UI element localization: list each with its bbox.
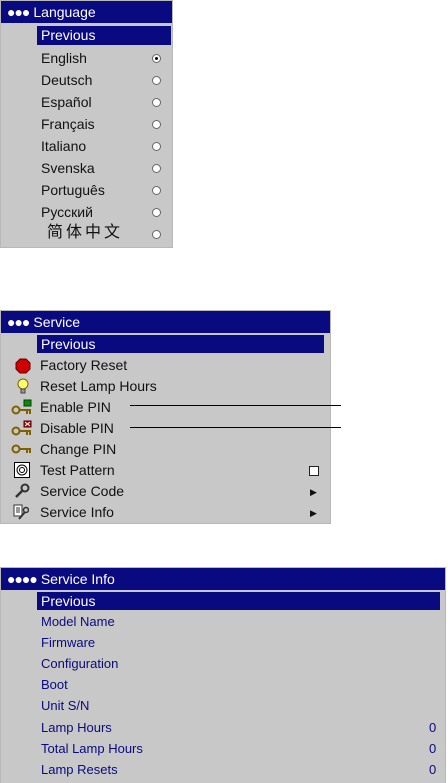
service-info-title: Service Info <box>40 571 115 587</box>
factory-reset-item[interactable]: Factory Reset <box>40 355 127 375</box>
callout-line-disable-pin <box>130 427 341 428</box>
change-pin-item[interactable]: Change PIN <box>40 439 116 459</box>
disable-pin-item[interactable]: Disable PIN <box>40 418 114 438</box>
submenu-arrow-icon: ▶ <box>310 487 317 497</box>
stop-icon <box>15 358 31 374</box>
enable-pin-item[interactable]: Enable PIN <box>40 397 111 417</box>
language-item-label: Deutsch <box>41 72 93 88</box>
service-info-previous-button[interactable]: Previous <box>37 592 440 610</box>
service-previous-button[interactable]: Previous <box>37 335 324 353</box>
radio-italiano[interactable] <box>152 142 161 151</box>
firmware-item: Firmware <box>41 635 96 650</box>
language-item-label: English <box>41 50 87 66</box>
language-title: Language <box>33 4 96 20</box>
service-title: Service <box>33 314 81 330</box>
wrench-icon <box>15 483 30 498</box>
service-info-item[interactable]: Service Info <box>40 502 114 522</box>
radio-espanol[interactable] <box>152 98 161 107</box>
language-item-label: Italiano <box>41 138 87 154</box>
language-item-portugues[interactable]: Português <box>41 180 105 200</box>
menu-level-dots: ●●●● <box>7 571 38 587</box>
language-item-label: Русский <box>41 204 93 220</box>
submenu-arrow-icon: ▶ <box>310 508 317 518</box>
language-item-francais[interactable]: Français <box>41 114 95 134</box>
unit-sn-item: Unit S/N <box>41 698 90 713</box>
language-item-label: 简体中文 <box>47 224 124 241</box>
service-title-bar: ●●● Service <box>1 311 330 333</box>
language-item-label: Português <box>41 182 105 198</box>
service-info-icon <box>13 504 29 520</box>
lamp-hours-value: 0 <box>429 720 437 735</box>
language-item-label: Français <box>41 116 95 132</box>
reset-lamp-hours-item[interactable]: Reset Lamp Hours <box>40 376 157 396</box>
lamp-resets-value: 0 <box>429 762 437 777</box>
radio-russian[interactable] <box>152 208 161 217</box>
service-info-menu: ●●●● Service Info Previous Model Name Fir… <box>0 567 446 783</box>
service-code-item[interactable]: Service Code <box>40 481 124 501</box>
test-pattern-checkbox[interactable] <box>309 466 319 476</box>
test-pattern-icon <box>14 462 30 478</box>
callout-line-enable-pin <box>130 405 341 406</box>
menu-level-dots: ●●● <box>7 4 30 20</box>
language-item-label: Español <box>41 94 92 110</box>
service-menu: ●●● Service Previous Factory Reset Reset … <box>0 310 331 524</box>
language-item-english[interactable]: English <box>41 48 87 68</box>
key-enable-icon <box>11 399 32 415</box>
radio-portugues[interactable] <box>152 186 161 195</box>
language-previous-button[interactable]: Previous <box>37 26 171 45</box>
radio-chinese[interactable] <box>152 230 161 239</box>
key-icon <box>11 444 31 454</box>
total-lamp-hours-item: Total Lamp Hours <box>41 741 143 756</box>
radio-francais[interactable] <box>152 120 161 129</box>
service-info-title-bar: ●●●● Service Info <box>1 568 445 590</box>
radio-deutsch[interactable] <box>152 76 161 85</box>
total-lamp-hours-value: 0 <box>429 741 437 756</box>
language-item-chinese[interactable]: 简体中文 <box>47 223 123 243</box>
model-name-item: Model Name <box>41 614 115 629</box>
radio-svenska[interactable] <box>152 164 161 173</box>
language-item-label: Svenska <box>41 160 95 176</box>
lightbulb-icon <box>17 378 29 394</box>
language-item-espanol[interactable]: Español <box>41 92 92 112</box>
test-pattern-item[interactable]: Test Pattern <box>40 460 115 480</box>
menu-level-dots: ●●● <box>7 314 30 330</box>
key-disable-icon <box>11 420 32 436</box>
language-item-deutsch[interactable]: Deutsch <box>41 70 92 90</box>
lamp-hours-item: Lamp Hours <box>41 720 112 735</box>
language-title-bar: ●●● Language <box>1 1 172 23</box>
language-menu: ●●● Language Previous English Deutsch Esp… <box>0 0 173 248</box>
lamp-resets-item: Lamp Resets <box>41 762 118 777</box>
boot-item: Boot <box>41 677 68 692</box>
language-item-russian[interactable]: Русский <box>41 202 93 222</box>
configuration-item: Configuration <box>41 656 119 671</box>
language-item-italiano[interactable]: Italiano <box>41 136 86 156</box>
language-item-svenska[interactable]: Svenska <box>41 158 95 178</box>
radio-english[interactable] <box>152 54 161 63</box>
